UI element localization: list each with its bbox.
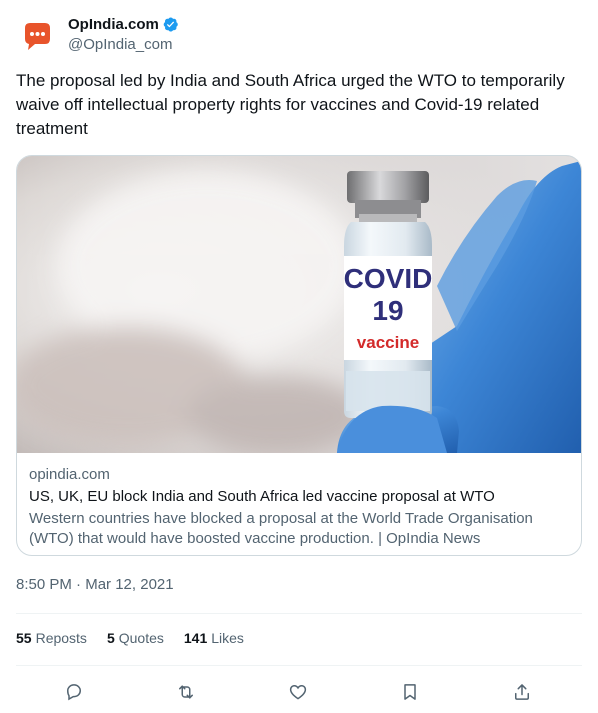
divider — [16, 665, 582, 666]
likes-count: 141 — [183, 630, 208, 646]
engagement-stats: 55 Reposts 5 Quotes 141 Likes — [16, 630, 264, 646]
author-handle[interactable]: @OpIndia_com — [68, 36, 179, 53]
share-icon — [515, 684, 529, 700]
reply-icon — [66, 684, 82, 701]
reply-button[interactable] — [57, 675, 91, 709]
repost-button[interactable] — [169, 675, 203, 709]
card-body: opindia.com US, UK, EU block India and S… — [29, 465, 569, 549]
likes-label: Likes — [211, 630, 244, 646]
author-info: OpIndia.com @OpIndia_com — [68, 14, 179, 53]
reposts-label: Reposts — [35, 630, 87, 646]
card-description: Western countries have blocked a proposa… — [29, 510, 533, 547]
tweet-time[interactable]: 8:50 PM — [16, 576, 72, 593]
bookmark-icon — [404, 684, 416, 700]
vial-label-covid: COVID — [344, 263, 433, 294]
quotes-stat[interactable]: 5 Quotes — [107, 630, 164, 646]
avatar[interactable] — [16, 16, 56, 56]
share-button[interactable] — [505, 675, 539, 709]
like-button[interactable] — [281, 675, 315, 709]
quotes-count: 5 — [106, 630, 115, 646]
bookmark-button[interactable] — [393, 675, 427, 709]
vial-label-19: 19 — [372, 295, 403, 326]
like-icon — [289, 684, 307, 700]
divider — [16, 613, 582, 614]
repost-icon — [179, 685, 193, 699]
card-image[interactable]: COVID 19 vaccine — [17, 156, 581, 453]
quotes-label: Quotes — [118, 630, 164, 646]
speech-bubble-logo-icon — [16, 16, 56, 56]
tweet-text: The proposal led by India and South Afri… — [16, 71, 565, 138]
timestamp-separator: · — [71, 576, 86, 593]
card-domain: opindia.com — [29, 466, 110, 483]
link-preview-card[interactable]: COVID 19 vaccine opindia.com US, UK, EU … — [16, 155, 582, 556]
vial-label-vaccine: vaccine — [357, 333, 419, 352]
tweet-timestamp[interactable]: 8:50 PM · Mar 12, 2021 — [16, 576, 174, 593]
tweet-date[interactable]: Mar 12, 2021 — [85, 576, 173, 593]
reposts-stat[interactable]: 55 Reposts — [16, 630, 87, 646]
tweet-header: OpIndia.com @OpIndia_com — [16, 12, 582, 60]
likes-stat[interactable]: 141 Likes — [184, 630, 244, 646]
card-title[interactable]: US, UK, EU block India and South Africa … — [29, 487, 569, 507]
reposts-count: 55 — [16, 630, 32, 646]
author-display-name[interactable]: OpIndia.com — [68, 16, 159, 33]
verified-badge-icon[interactable] — [162, 16, 179, 33]
action-bar — [16, 669, 582, 713]
